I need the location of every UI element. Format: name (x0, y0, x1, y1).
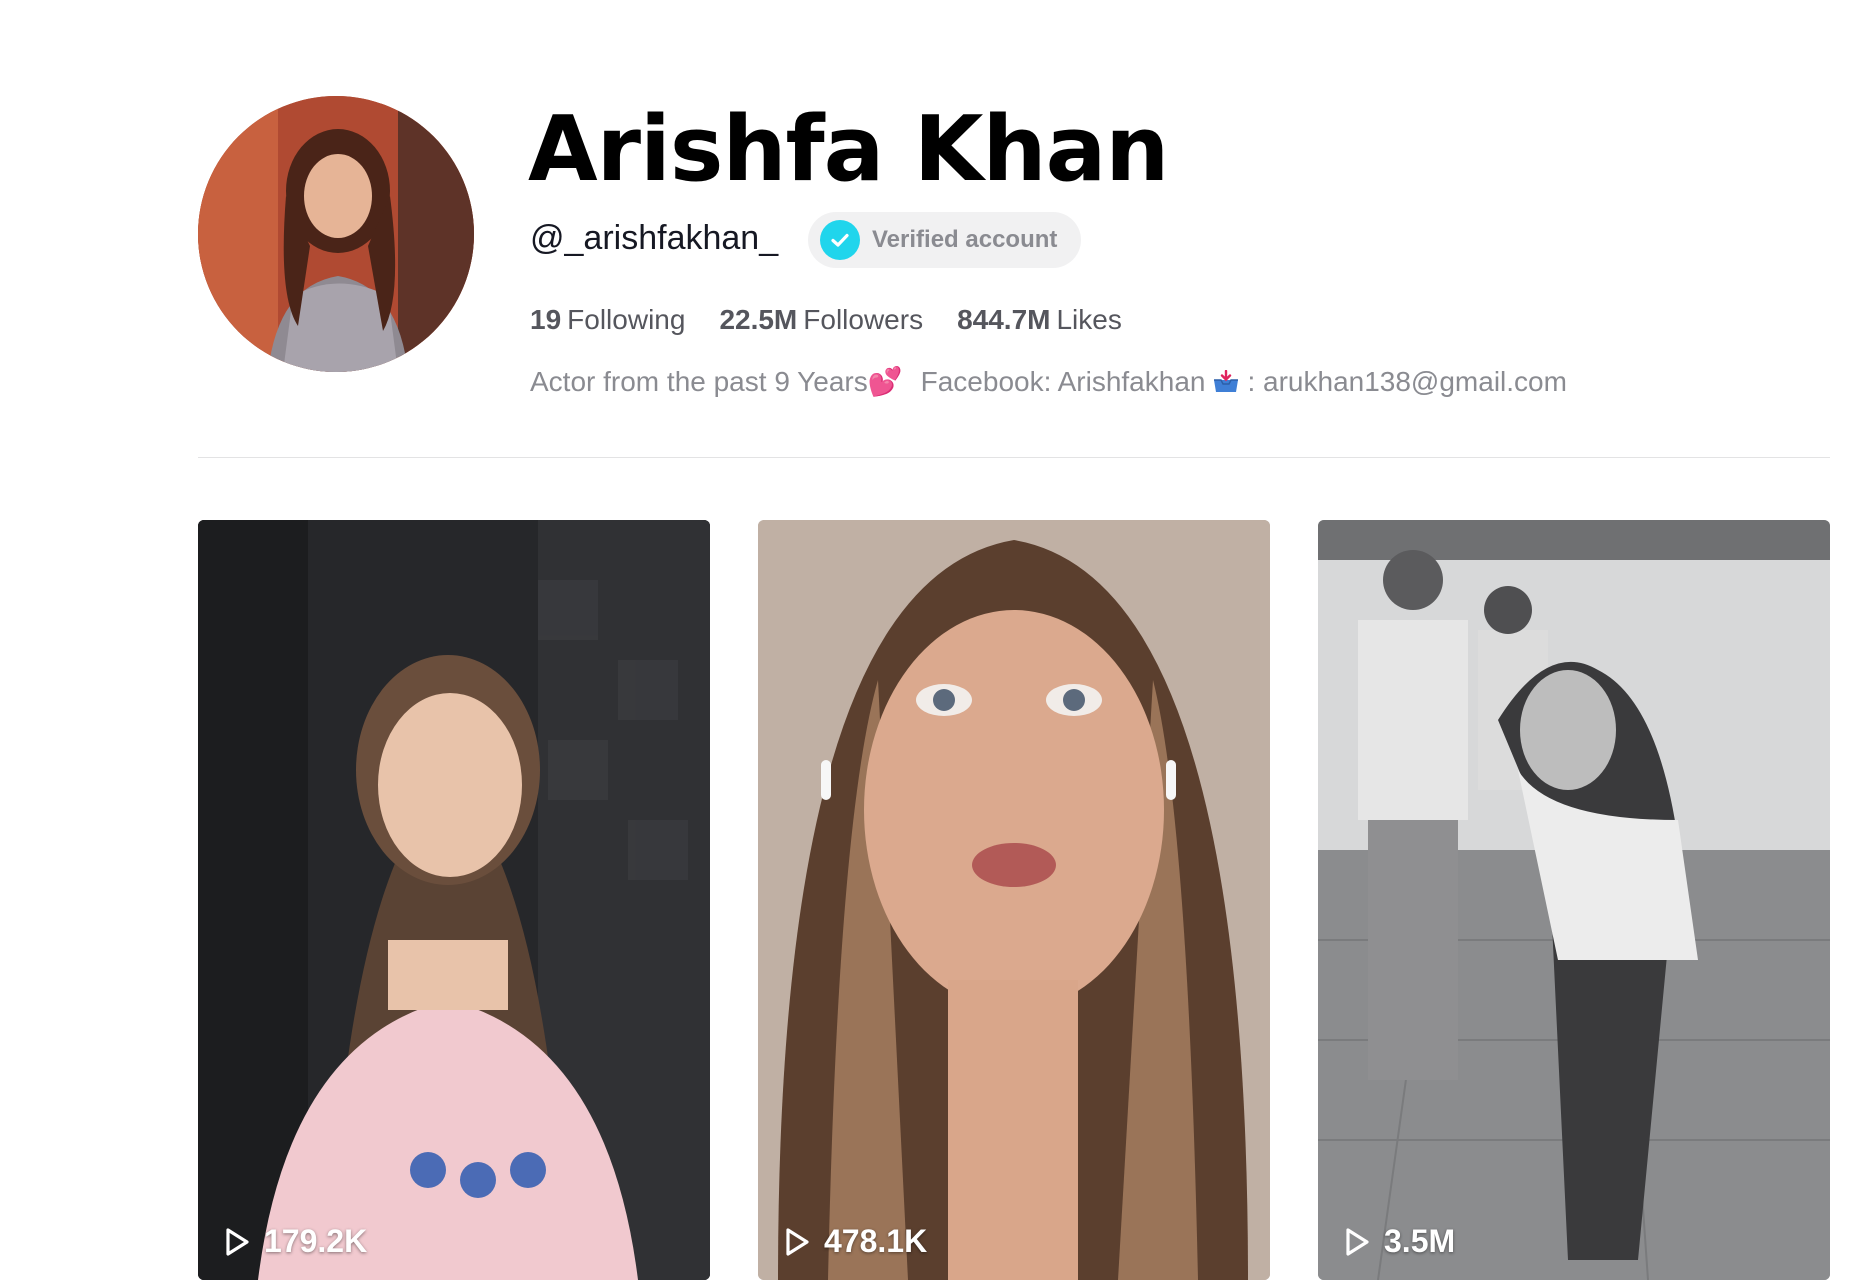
inbox-tray-icon (1214, 370, 1239, 392)
video-card[interactable]: 478.1K (758, 520, 1270, 1280)
stat-value: 844.7M (957, 304, 1051, 335)
bio-text-actor: Actor from the past 9 Years (530, 366, 868, 397)
stat-label: Following (567, 304, 686, 335)
view-count-value: 3.5M (1384, 1223, 1456, 1259)
stat-value: 22.5M (719, 304, 798, 335)
profile-stats: 19 Following 22.5M Followers 844.7M Likes (530, 302, 1122, 338)
heart-emoji: 💕 (867, 366, 903, 397)
stat-followers[interactable]: 22.5M Followers (719, 302, 923, 338)
view-count: 179.2K (224, 1223, 367, 1260)
verified-badge: Verified account (808, 212, 1082, 268)
bio-text-facebook: Facebook: Arishfakhan (920, 366, 1206, 397)
profile-avatar[interactable] (198, 96, 474, 372)
video-thumbnail (758, 520, 1270, 1280)
play-icon (226, 1227, 249, 1256)
video-thumbnail (1318, 520, 1830, 1280)
username: @_arishfakhan_ (530, 219, 779, 257)
view-count: 478.1K (784, 1223, 927, 1260)
stat-label: Likes (1056, 304, 1122, 335)
video-card[interactable]: 3.5M (1318, 520, 1830, 1280)
bio-text-email: : arukhan138@gmail.com (1247, 366, 1567, 397)
video-thumbnail (198, 520, 710, 1280)
play-icon (786, 1227, 809, 1256)
profile-bio: Actor from the past 9 Years💕 Facebook: Ar… (530, 364, 1567, 400)
verified-check-icon (820, 220, 860, 260)
profile-page: Arishfa Khan @_arishfakhan_ Verified acc… (0, 0, 1864, 1280)
view-count-value: 179.2K (264, 1223, 368, 1259)
play-icon (1346, 1227, 1369, 1256)
stat-following[interactable]: 19 Following (530, 302, 685, 338)
stat-label: Followers (803, 304, 924, 335)
video-card[interactable]: 179.2K (198, 520, 710, 1280)
avatar-photo (198, 96, 474, 372)
header-divider (198, 457, 1830, 458)
display-name: Arishfa Khan (528, 97, 1169, 202)
stat-value: 19 (530, 304, 562, 335)
verified-label: Verified account (872, 226, 1058, 253)
view-count-value: 478.1K (824, 1223, 928, 1259)
view-count: 3.5M (1344, 1223, 1455, 1260)
stat-likes: 844.7M Likes (957, 302, 1122, 338)
